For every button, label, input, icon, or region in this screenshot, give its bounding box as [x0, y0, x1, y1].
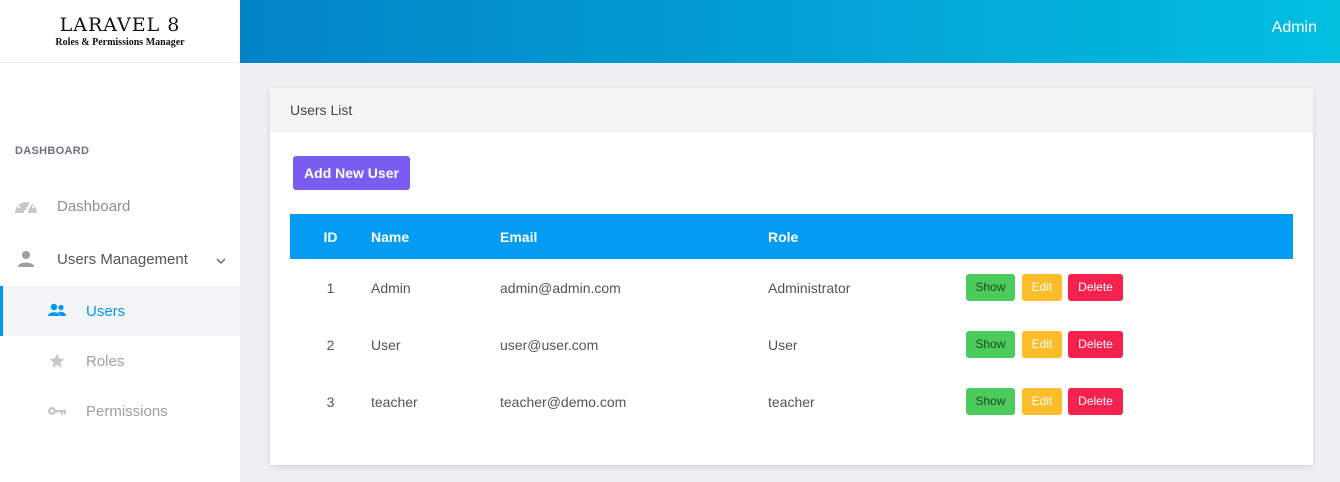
users-table: ID Name Email Role 1 Admin admin@admin.c… [290, 214, 1293, 430]
column-header-email: Email [500, 228, 538, 245]
delete-button[interactable]: Delete [1068, 274, 1123, 301]
show-button[interactable]: Show [966, 388, 1015, 415]
sidebar-item-label: Users [86, 302, 126, 320]
card-title: Users List [270, 88, 1313, 132]
cell-actions: Show Edit Delete [966, 373, 1293, 430]
show-button[interactable]: Show [966, 274, 1015, 301]
sidebar-item-permissions[interactable]: Permissions [0, 386, 240, 436]
sidebar-item-roles[interactable]: Roles [0, 336, 240, 386]
cell-id: 2 [326, 336, 335, 353]
speedometer-icon [13, 195, 39, 217]
table-header-row: ID Name Email Role [290, 214, 1293, 259]
show-button[interactable]: Show [966, 331, 1015, 358]
sidebar-section-label: DASHBOARD [15, 145, 90, 157]
cell-role: User [768, 336, 798, 353]
column-header-name: Name [371, 228, 410, 245]
table-row: 3 teacher teacher@demo.com teacher Show E… [290, 373, 1293, 430]
edit-button[interactable]: Edit [1022, 331, 1062, 358]
cell-actions: Show Edit Delete [966, 259, 1293, 316]
users-card: Users List Add New User ID Name Email Ro… [270, 88, 1313, 465]
key-icon [44, 400, 70, 422]
cell-actions: Show Edit Delete [966, 316, 1293, 373]
sidebar-item-label: Dashboard [57, 197, 131, 215]
add-new-user-button[interactable]: Add New User [293, 156, 410, 190]
sidebar-item-dashboard[interactable]: Dashboard [0, 181, 240, 231]
sidebar-item-label: Permissions [86, 402, 168, 420]
cell-role: Administrator [768, 279, 851, 296]
edit-button[interactable]: Edit [1022, 274, 1062, 301]
cell-name: Admin [371, 279, 411, 296]
brand-subtitle: Roles & Permissions Manager [55, 36, 185, 48]
table-row: 1 Admin admin@admin.com Administrator Sh… [290, 259, 1293, 316]
cell-email: admin@admin.com [500, 279, 621, 296]
table-row: 2 User user@user.com User Show Edit Delete [290, 316, 1293, 373]
user-menu[interactable]: Admin [1272, 19, 1317, 37]
sidebar-item-users-management[interactable]: Users Management [0, 234, 240, 284]
edit-button[interactable]: Edit [1022, 388, 1062, 415]
chevron-down-icon [216, 252, 226, 269]
user-icon [13, 248, 39, 270]
sidebar-item-label: Users Management [57, 250, 188, 268]
sidebar: LARAVEL 8 Roles & Permissions Manager DA… [0, 0, 240, 482]
top-header: Admin [240, 0, 1340, 63]
brand-logo[interactable]: LARAVEL 8 Roles & Permissions Manager [0, 0, 240, 63]
sidebar-item-label: Roles [86, 352, 125, 370]
delete-button[interactable]: Delete [1068, 331, 1123, 358]
column-header-role: Role [768, 228, 799, 245]
cell-name: teacher [371, 393, 418, 410]
delete-button[interactable]: Delete [1068, 388, 1123, 415]
cell-email: teacher@demo.com [500, 393, 627, 410]
column-header-id: ID [323, 228, 338, 245]
cell-name: User [371, 336, 401, 353]
cell-id: 1 [326, 279, 335, 296]
brand-title: LARAVEL 8 [59, 13, 181, 36]
cell-email: user@user.com [500, 336, 599, 353]
users-icon [44, 300, 70, 322]
star-icon [44, 350, 70, 372]
column-header-actions [966, 214, 1293, 259]
sidebar-item-users[interactable]: Users [0, 286, 240, 336]
cell-id: 3 [326, 393, 335, 410]
cell-role: teacher [768, 393, 815, 410]
